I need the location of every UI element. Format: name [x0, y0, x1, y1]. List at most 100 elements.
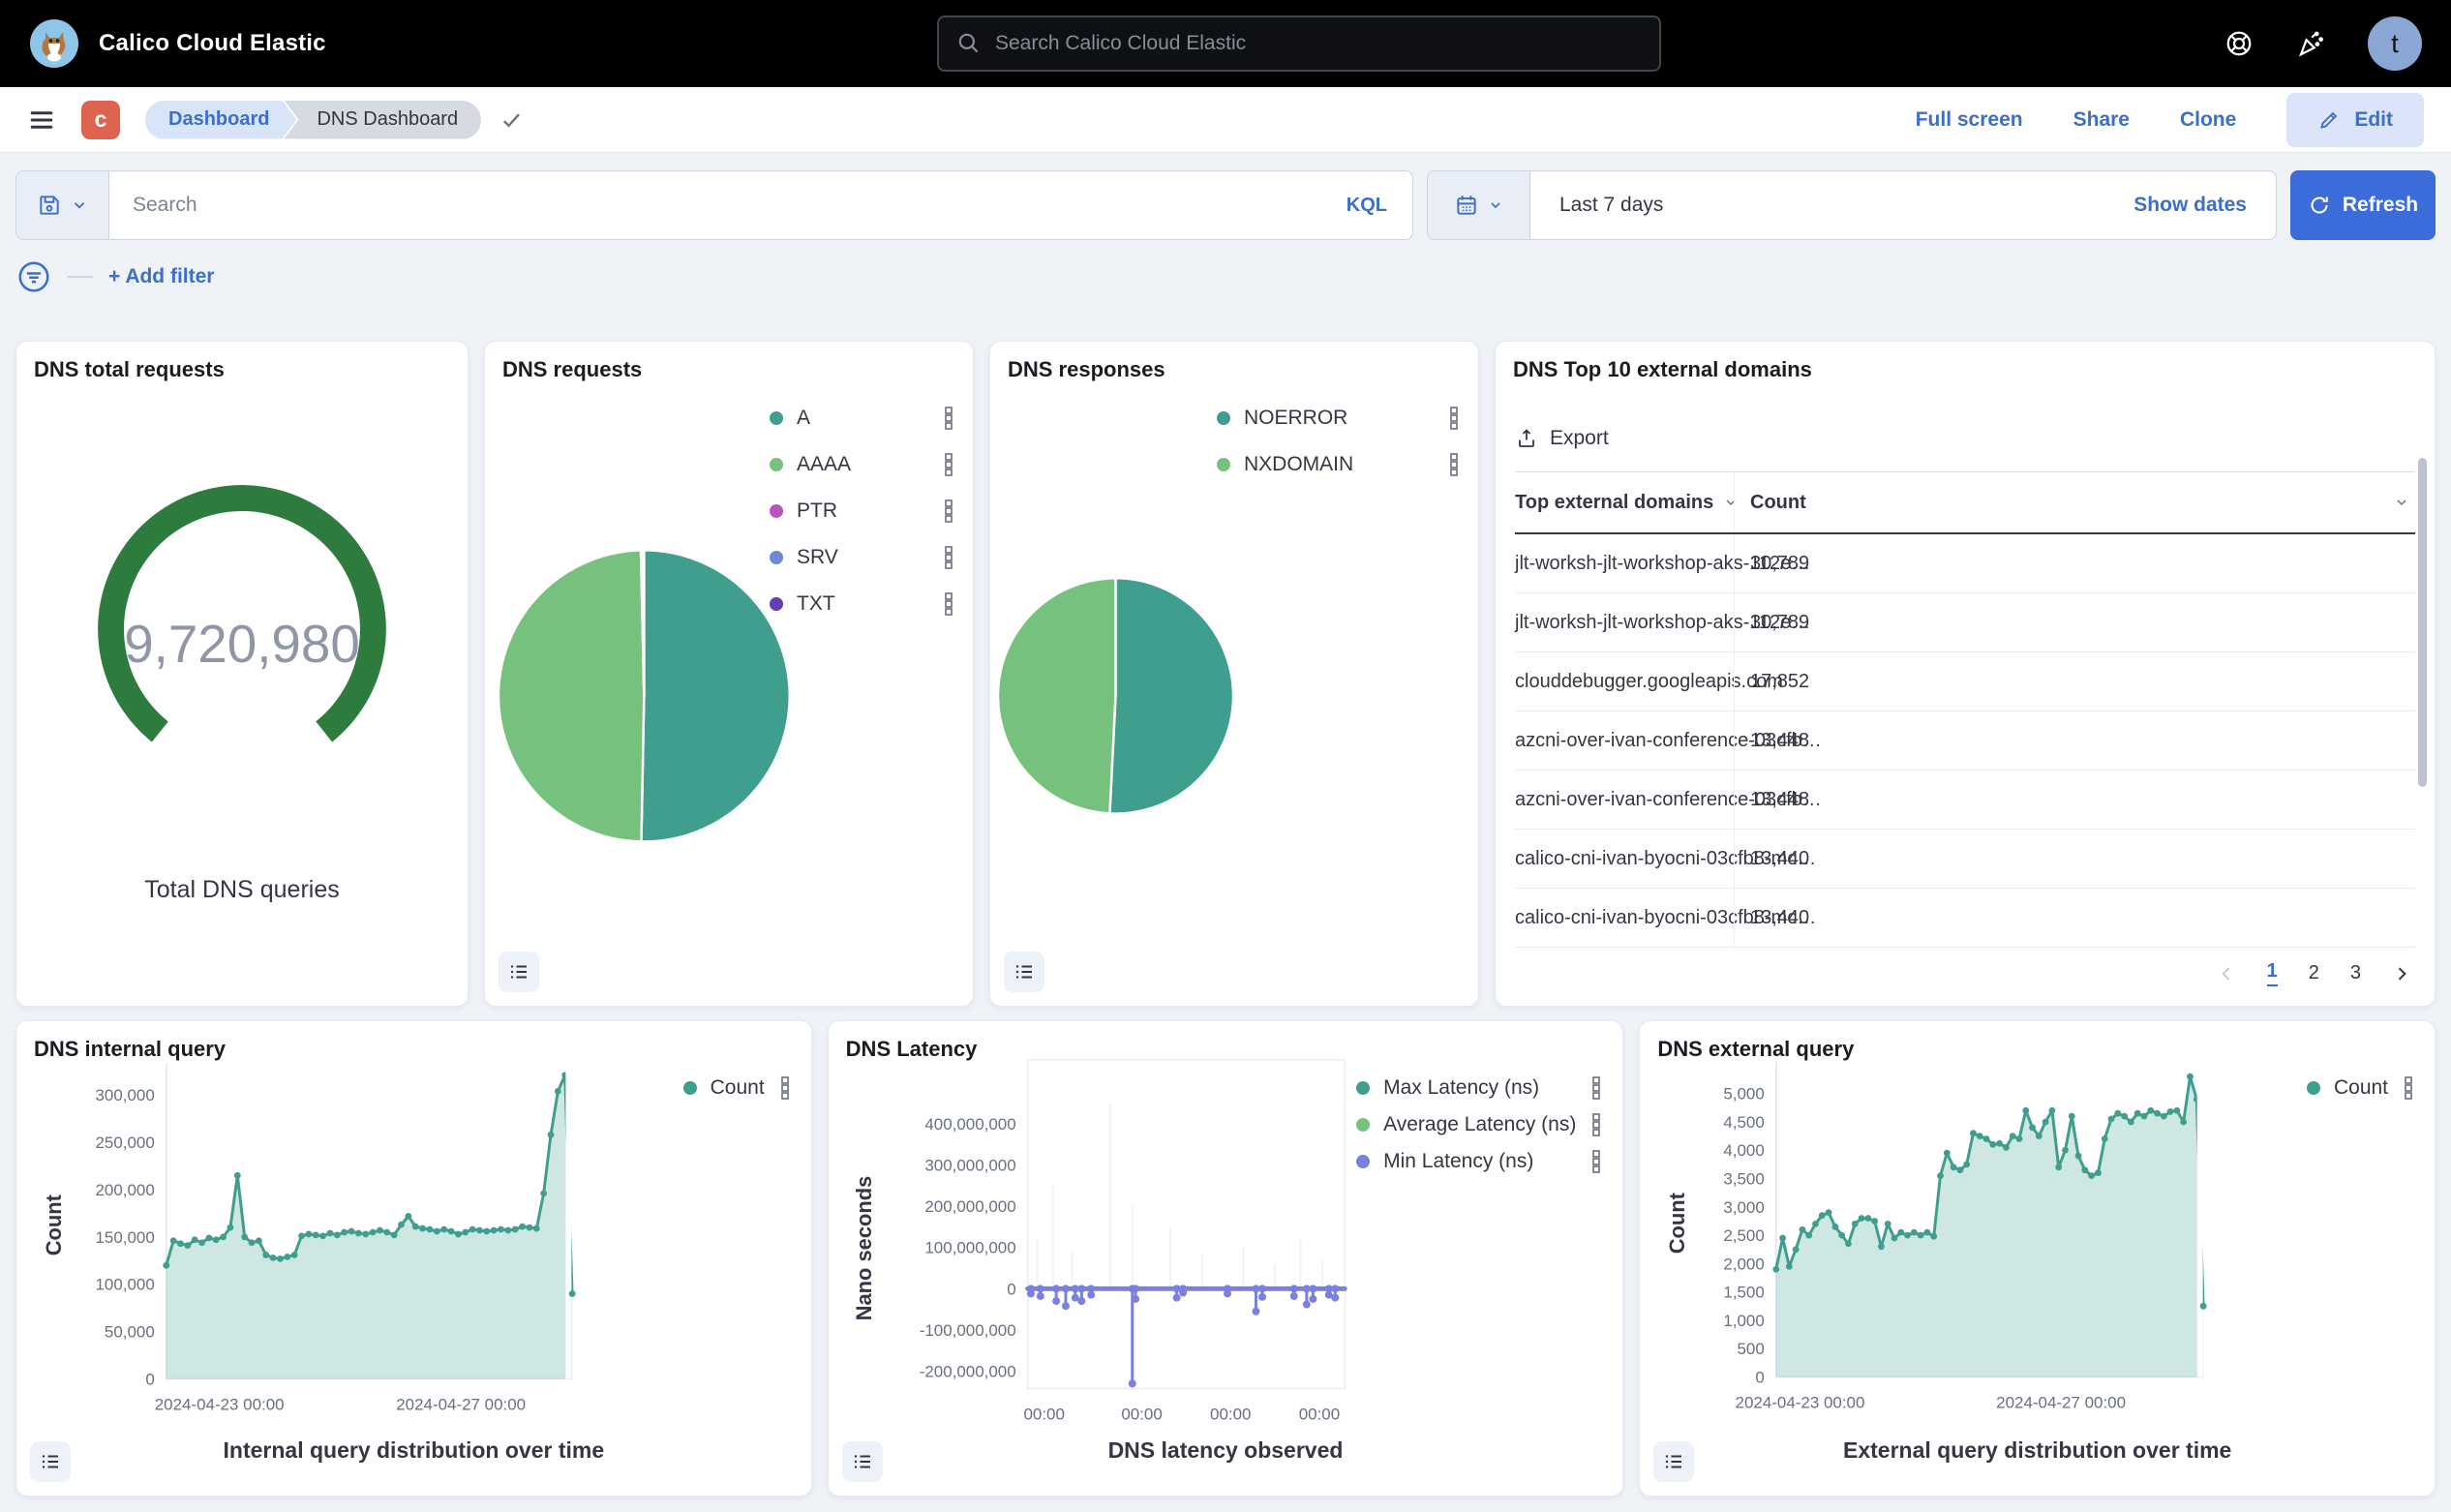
legend-item-max-latency-ns-[interactable]: Max Latency (ns): [1356, 1075, 1603, 1101]
legend-options-icon[interactable]: [1589, 1112, 1603, 1137]
legend-options-icon[interactable]: [942, 545, 955, 570]
legend-options-icon[interactable]: [1447, 406, 1461, 431]
legend-options-icon[interactable]: [942, 591, 955, 617]
legend-options-icon[interactable]: [942, 499, 955, 524]
nav-actions: Full screen Share Clone Edit: [1916, 93, 2424, 147]
legend-options-icon[interactable]: [942, 452, 955, 477]
legend-toggle-button[interactable]: [30, 1441, 71, 1482]
table-header-row: Top external domains Count: [1515, 471, 2415, 534]
svg-text:4,000: 4,000: [1724, 1141, 1765, 1160]
legend-item-count[interactable]: Count: [683, 1075, 792, 1101]
add-filter-button[interactable]: + Add filter: [108, 265, 214, 288]
pagination-page-1[interactable]: 1: [2267, 960, 2278, 986]
news-party-popper-icon[interactable]: [2296, 29, 2325, 58]
column-header-count[interactable]: Count: [1734, 472, 2415, 532]
svg-text:200,000: 200,000: [95, 1181, 154, 1199]
table-scrollbar[interactable]: [2418, 458, 2427, 787]
legend-options-icon[interactable]: [1589, 1075, 1603, 1101]
saved-query-menu[interactable]: [16, 171, 109, 239]
kql-toggle[interactable]: KQL: [1347, 195, 1412, 217]
legend-item-nxdomain[interactable]: NXDOMAIN: [1217, 452, 1461, 477]
legend-options-icon[interactable]: [1589, 1149, 1603, 1174]
cell-count: 13,448: [1734, 711, 2415, 770]
table-row[interactable]: jlt-worksh-jlt-workshop-aks-112e…30,789: [1515, 593, 2415, 652]
legend-toggle-button[interactable]: [499, 952, 539, 992]
svg-text:9,720,980: 9,720,980: [124, 614, 360, 674]
legend-item-noerror[interactable]: NOERROR: [1217, 406, 1461, 431]
date-quick-menu[interactable]: [1428, 171, 1530, 239]
breadcrumb-dns-dashboard[interactable]: DNS Dashboard: [284, 101, 481, 139]
legend-item-average-latency-ns-[interactable]: Average Latency (ns): [1356, 1112, 1603, 1137]
cell-count: 30,789: [1734, 593, 2415, 651]
global-search[interactable]: [937, 15, 1661, 72]
column-menu-chevron-icon: [2394, 495, 2409, 510]
help-lifebuoy-icon[interactable]: [2224, 29, 2254, 58]
svg-text:300,000,000: 300,000,000: [924, 1156, 1015, 1174]
pagination-page-3[interactable]: 3: [2350, 962, 2361, 984]
legend-item-ptr[interactable]: PTR: [770, 499, 955, 524]
panel-dns-responses: DNS responses NOERRORNXDOMAIN: [989, 341, 1479, 1007]
pagination-prev-icon[interactable]: [2217, 964, 2236, 983]
external-query-legend: Count: [2307, 1075, 2415, 1112]
table-row[interactable]: calico-cni-ivan-byocni-03cfb8-mc…13,440: [1515, 830, 2415, 889]
export-button[interactable]: Export: [1515, 427, 1609, 450]
time-range-value[interactable]: Last 7 days: [1530, 194, 1692, 217]
legend-options-icon[interactable]: [942, 406, 955, 431]
table-row[interactable]: clouddebugger.googleapis.com17,852: [1515, 652, 2415, 711]
column-header-domains[interactable]: Top external domains: [1515, 492, 1734, 514]
svg-text:2,000: 2,000: [1724, 1255, 1765, 1273]
saved-check-icon[interactable]: [499, 106, 526, 134]
legend-dot: [1356, 1118, 1370, 1132]
table-row[interactable]: azcni-over-ivan-conference-03cfb…13,448: [1515, 771, 2415, 830]
dashboard-screen: Calico Cloud Elastic t c Dashboard DNS D…: [0, 0, 2451, 1512]
pagination-page-2[interactable]: 2: [2309, 962, 2319, 984]
legend-dot: [770, 504, 783, 518]
legend-label: Count: [711, 1076, 765, 1100]
user-avatar[interactable]: t: [2368, 16, 2422, 71]
legend-item-srv[interactable]: SRV: [770, 545, 955, 570]
chart-caption: DNS latency observed: [829, 1437, 1623, 1464]
space-badge[interactable]: c: [81, 101, 120, 139]
query-search-input[interactable]: [109, 194, 1347, 217]
legend-item-min-latency-ns-[interactable]: Min Latency (ns): [1356, 1149, 1603, 1174]
legend-options-icon[interactable]: [1447, 452, 1461, 477]
refresh-button[interactable]: Refresh: [2290, 170, 2436, 240]
show-dates-link[interactable]: Show dates: [2133, 194, 2276, 217]
legend-options-icon[interactable]: [2402, 1075, 2415, 1101]
chart-caption: External query distribution over time: [1640, 1437, 2435, 1464]
breadcrumb-dashboard[interactable]: Dashboard: [145, 101, 296, 139]
internal-query-legend: Count: [683, 1075, 792, 1112]
legend-dot: [770, 411, 783, 425]
legend-item-count[interactable]: Count: [2307, 1075, 2415, 1101]
edit-button[interactable]: Edit: [2286, 93, 2424, 147]
top-header: Calico Cloud Elastic t: [0, 0, 2451, 87]
filter-menu-icon[interactable]: [15, 258, 52, 295]
hamburger-menu-icon[interactable]: [27, 106, 56, 135]
cell-domain: jlt-worksh-jlt-workshop-aks-112e…: [1515, 612, 1734, 634]
share-link[interactable]: Share: [2073, 108, 2130, 132]
table-row[interactable]: calico-cni-ivan-byocni-03cfb8-mc…13,440: [1515, 889, 2415, 948]
legend-toggle-button[interactable]: [1004, 952, 1044, 992]
svg-text:1,500: 1,500: [1724, 1284, 1765, 1302]
table-row[interactable]: jlt-worksh-jlt-workshop-aks-112e…30,789: [1515, 534, 2415, 593]
clone-link[interactable]: Clone: [2180, 108, 2236, 132]
legend-toggle-button[interactable]: [1653, 1441, 1694, 1482]
cell-count: 30,789: [1734, 534, 2415, 592]
search-icon: [956, 31, 982, 56]
full-screen-link[interactable]: Full screen: [1916, 108, 2023, 132]
global-search-input[interactable]: [995, 32, 1642, 55]
legend-options-icon[interactable]: [778, 1075, 792, 1101]
legend-item-a[interactable]: A: [770, 406, 955, 431]
breadcrumb: Dashboard DNS Dashboard: [145, 101, 526, 139]
cell-count: 13,440: [1734, 889, 2415, 947]
cell-domain: calico-cni-ivan-byocni-03cfb8-mc…: [1515, 848, 1734, 870]
svg-text:5,000: 5,000: [1724, 1085, 1765, 1104]
pagination-next-icon[interactable]: [2392, 964, 2411, 983]
legend-item-aaaa[interactable]: AAAA: [770, 452, 955, 477]
table-row[interactable]: azcni-over-ivan-conference-03cfb…13,448: [1515, 711, 2415, 771]
legend-item-txt[interactable]: TXT: [770, 591, 955, 617]
panel-dns-external-query: DNS external query 05001,0001,5002,0002,…: [1639, 1020, 2436, 1497]
brand-title: Calico Cloud Elastic: [99, 30, 326, 57]
legend-toggle-button[interactable]: [842, 1441, 883, 1482]
dns-responses-legend: NOERROR NXDOMAIN: [1217, 406, 1461, 499]
